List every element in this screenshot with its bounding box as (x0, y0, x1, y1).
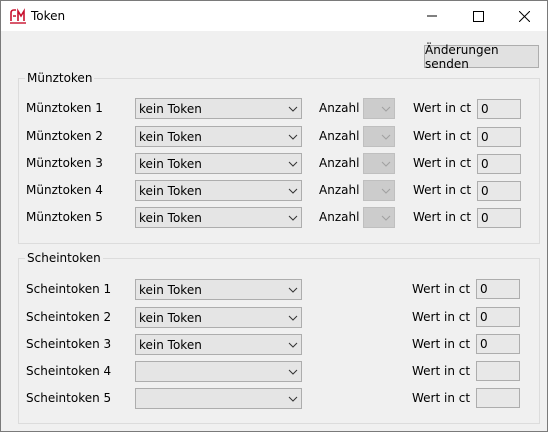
count-select[interactable] (363, 98, 395, 119)
coin-token-select[interactable]: kein Token (135, 207, 302, 228)
value-label: Wert in ct (412, 337, 471, 351)
value-label: Wert in ct (412, 364, 471, 378)
chevron-down-icon (288, 134, 298, 140)
count-select[interactable] (363, 180, 395, 201)
note-token-select[interactable]: kein Token (135, 279, 302, 300)
maximize-button[interactable] (455, 1, 501, 31)
value-label: Wert in ct (413, 183, 472, 197)
chevron-down-icon (288, 315, 298, 321)
chevron-down-icon (288, 369, 298, 375)
note-token-label: Scheintoken 5 (26, 391, 112, 405)
note-token-label: Scheintoken 2 (26, 310, 112, 324)
count-label: Anzahl (319, 129, 360, 143)
count-label: Anzahl (319, 210, 360, 224)
chevron-down-icon (288, 396, 298, 402)
count-select[interactable] (363, 153, 395, 174)
note-token-select[interactable] (135, 388, 302, 409)
minimize-icon (427, 15, 437, 17)
chevron-down-icon (381, 215, 391, 221)
count-label: Anzahl (319, 183, 360, 197)
note-token-select-value: kein Token (139, 283, 202, 297)
minimize-button[interactable] (409, 1, 455, 31)
send-changes-button[interactable]: Änderungen senden (424, 43, 539, 71)
coin-token-label: Münztoken 1 (26, 101, 103, 115)
chevron-down-icon (288, 342, 298, 348)
token-window: Token Änderungen senden Münztoken Münzto… (0, 0, 548, 432)
value-label: Wert in ct (412, 310, 471, 324)
coin-token-select[interactable]: kein Token (135, 180, 302, 201)
close-button[interactable] (501, 1, 547, 31)
coin-token-select-value: kein Token (139, 130, 202, 144)
value-label: Wert in ct (413, 210, 472, 224)
chevron-down-icon (381, 106, 391, 112)
value-input[interactable]: 0 (477, 208, 521, 228)
note-token-label: Scheintoken 1 (26, 282, 112, 296)
coin-token-select[interactable]: kein Token (135, 126, 302, 147)
coin-group-title: Münztoken (25, 71, 95, 85)
value-label: Wert in ct (412, 282, 471, 296)
chevron-down-icon (288, 161, 298, 167)
note-token-select-value: kein Token (139, 311, 202, 325)
coin-token-label: Münztoken 4 (26, 183, 103, 197)
note-token-select[interactable]: kein Token (135, 334, 302, 355)
coin-token-select[interactable]: kein Token (135, 153, 302, 174)
chevron-down-icon (381, 134, 391, 140)
value-label: Wert in ct (413, 156, 472, 170)
chevron-down-icon (381, 161, 391, 167)
value-input[interactable]: 0 (476, 334, 520, 354)
count-select[interactable] (363, 207, 395, 228)
count-label: Anzahl (319, 156, 360, 170)
chevron-down-icon (288, 106, 298, 112)
coin-token-label: Münztoken 5 (26, 210, 103, 224)
coin-token-select-value: kein Token (139, 184, 202, 198)
coin-token-select-value: kein Token (139, 157, 202, 171)
note-token-select[interactable] (135, 361, 302, 382)
coin-token-label: Münztoken 3 (26, 156, 103, 170)
maximize-icon (472, 10, 484, 22)
note-token-label: Scheintoken 4 (26, 364, 112, 378)
note-token-label: Scheintoken 3 (26, 337, 112, 351)
chevron-down-icon (288, 215, 298, 221)
value-label: Wert in ct (413, 101, 472, 115)
coin-token-select-value: kein Token (139, 102, 202, 116)
chevron-down-icon (288, 188, 298, 194)
coin-token-select-value: kein Token (139, 211, 202, 225)
note-group-title: Scheintoken (25, 251, 103, 265)
value-input[interactable] (476, 388, 520, 408)
value-input[interactable]: 0 (476, 307, 520, 327)
value-input[interactable]: 0 (477, 127, 521, 147)
value-label: Wert in ct (412, 391, 471, 405)
value-input[interactable]: 0 (477, 154, 521, 174)
note-token-select-value: kein Token (139, 338, 202, 352)
value-input[interactable]: 0 (476, 279, 520, 299)
count-label: Anzahl (319, 101, 360, 115)
title-bar: Token (1, 1, 547, 31)
count-select[interactable] (363, 126, 395, 147)
coin-token-select[interactable]: kein Token (135, 98, 302, 119)
value-input[interactable]: 0 (477, 99, 521, 119)
close-icon (518, 10, 530, 22)
chevron-down-icon (288, 287, 298, 293)
coin-token-label: Münztoken 2 (26, 129, 103, 143)
value-input[interactable]: 0 (477, 181, 521, 201)
app-logo-icon (10, 8, 26, 24)
chevron-down-icon (381, 188, 391, 194)
value-label: Wert in ct (413, 129, 472, 143)
value-input[interactable] (476, 361, 520, 381)
note-token-select[interactable]: kein Token (135, 307, 302, 328)
window-title: Token (31, 9, 66, 23)
